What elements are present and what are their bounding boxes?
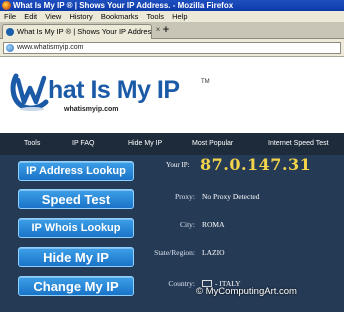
menu-bookmarks[interactable]: Bookmarks <box>101 11 139 22</box>
city-label: City: <box>179 220 195 229</box>
site-favicon-icon <box>6 28 14 36</box>
menu-bar: File Edit View History Bookmarks Tools H… <box>0 11 344 22</box>
tab-whatismyip[interactable]: What Is My IP ® | Shows Your IP Address.… <box>2 24 152 39</box>
nav-speed-test[interactable]: Internet Speed Test <box>268 133 329 155</box>
ip-whois-lookup-button[interactable]: IP Whois Lookup <box>18 218 134 238</box>
change-my-ip-button[interactable]: Change My IP <box>18 276 134 296</box>
tab-strip: What Is My IP ® | Shows Your IP Address.… <box>0 22 344 39</box>
site-nav: Tools IP FAQ Hide My IP Most Popular Int… <box>0 133 344 155</box>
proxy-value: No Proxy Detected <box>202 192 260 201</box>
new-tab-button[interactable]: + <box>160 25 172 37</box>
web-page: hat Is My IP TM whatismyip.com Tools IP … <box>0 58 344 312</box>
logo-trademark: TM <box>201 79 210 85</box>
state-region-value: LAZIO <box>202 248 225 257</box>
window-titlebar: What Is My IP ® | Shows Your IP Address.… <box>0 0 344 11</box>
menu-file[interactable]: File <box>4 11 16 22</box>
speed-test-button[interactable]: Speed Test <box>18 189 134 209</box>
state-region-label: State/Region: <box>154 248 195 257</box>
nav-most-popular[interactable]: Most Popular <box>192 133 233 155</box>
menu-help[interactable]: Help <box>172 11 187 22</box>
menu-edit[interactable]: Edit <box>24 11 37 22</box>
watermark-text: © MyComputingArt.com <box>196 286 297 297</box>
nav-hide-my-ip[interactable]: Hide My IP <box>128 133 162 155</box>
your-ip-label: Your IP: <box>166 161 190 169</box>
firefox-icon <box>2 1 11 10</box>
logo-subtitle: whatismyip.com <box>64 106 119 113</box>
proxy-label: Proxy: <box>174 192 195 201</box>
window-title: What Is My IP ® | Shows Your IP Address.… <box>13 1 234 10</box>
nav-tools[interactable]: Tools <box>24 133 40 155</box>
ip-address-value: 87.0.147.31 <box>200 155 312 174</box>
ip-address-lookup-button[interactable]: IP Address Lookup <box>18 161 134 181</box>
country-label: Country: <box>168 279 195 288</box>
menu-history[interactable]: History <box>69 11 92 22</box>
logo-text[interactable]: hat Is My IP <box>48 76 180 105</box>
city-value: ROMA <box>202 220 225 229</box>
site-identity-icon[interactable] <box>6 44 14 52</box>
menu-tools[interactable]: Tools <box>146 11 164 22</box>
navigation-toolbar: www.whatismyip.com <box>0 39 344 57</box>
nav-ip-faq[interactable]: IP FAQ <box>72 133 94 155</box>
site-header: hat Is My IP TM whatismyip.com <box>0 58 344 131</box>
menu-view[interactable]: View <box>45 11 61 22</box>
url-bar[interactable]: www.whatismyip.com <box>3 42 341 54</box>
tab-label: What Is My IP ® | Shows Your IP Address.… <box>17 27 152 36</box>
hide-my-ip-button[interactable]: Hide My IP <box>18 247 134 267</box>
url-text: www.whatismyip.com <box>17 44 84 51</box>
